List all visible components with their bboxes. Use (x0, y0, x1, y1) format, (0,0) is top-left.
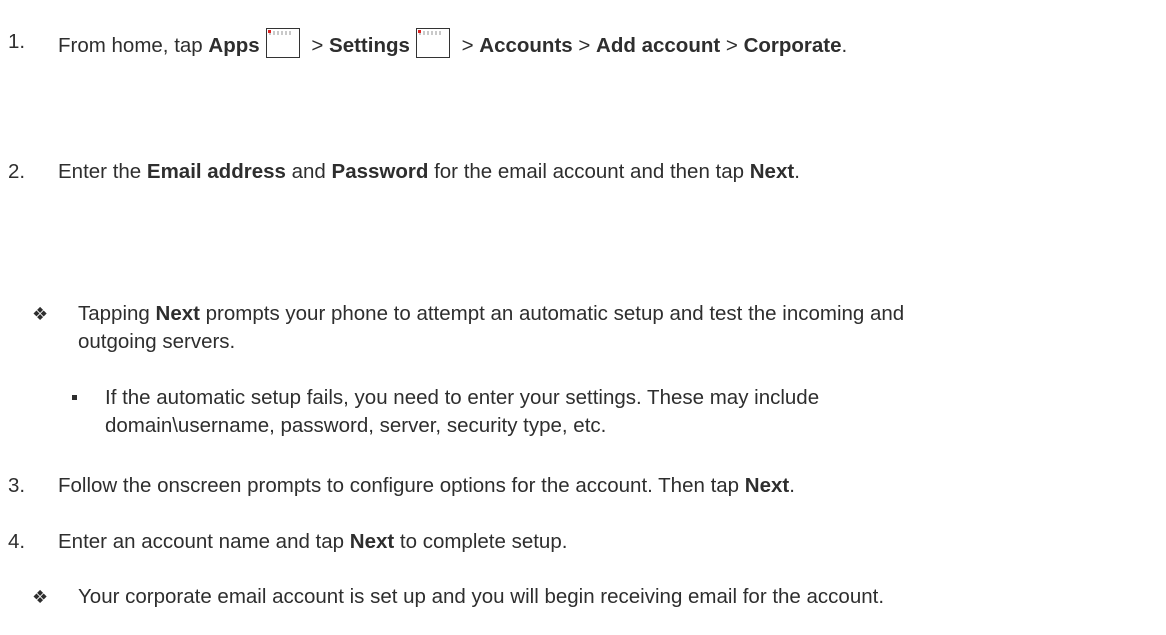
step-number: 2. (8, 160, 26, 183)
next-label: Next (349, 530, 395, 553)
note-text: Your corporate email account is set up a… (78, 585, 885, 608)
step-number: 4. (8, 530, 26, 553)
step-text: Follow the onscreen prompts to configure… (58, 474, 795, 497)
next-label: Next (749, 160, 795, 183)
step-text: Enter an account name and tap Next to co… (58, 530, 568, 553)
settings-icon (415, 28, 450, 58)
sub-note-text: If the automatic setup fails, you need t… (105, 386, 820, 409)
next-label: Next (155, 302, 200, 325)
step-number: 3. (8, 474, 26, 497)
apps-icon (265, 28, 300, 58)
sub-note-text: domain\username, password, server, secur… (105, 414, 607, 437)
step-number: 1. (8, 30, 26, 53)
diamond-bullet-icon: ❖ (32, 587, 49, 607)
email-address-label: Email address (146, 160, 286, 183)
next-label: Next (744, 474, 790, 497)
square-bullet-icon (72, 395, 77, 400)
accounts-label: Accounts (479, 34, 573, 57)
corporate-label: Corporate (743, 34, 842, 57)
step-text: From home, tap Apps > Settings > Account… (58, 28, 847, 60)
apps-label: Apps (208, 34, 260, 57)
settings-label: Settings (329, 34, 410, 57)
note-text: Tapping Next prompts your phone to attem… (78, 302, 905, 325)
add-account-label: Add account (596, 34, 721, 57)
password-label: Password (331, 160, 429, 183)
diamond-bullet-icon: ❖ (32, 304, 49, 324)
note-text: outgoing servers. (78, 330, 236, 353)
step-text: Enter the Email address and Password for… (58, 160, 800, 183)
